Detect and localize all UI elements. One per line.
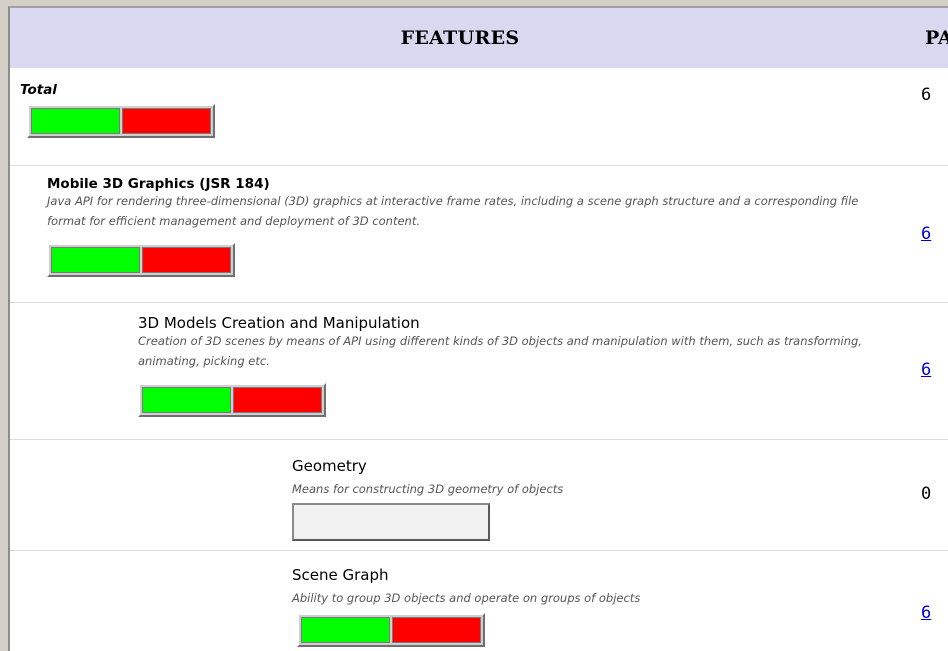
table-row-feature: 3D Models Creation and Manipulation Crea… [10, 302, 948, 440]
feature-count: 0 [921, 484, 932, 504]
fail-segment [233, 387, 322, 413]
feature-count: 6 [921, 85, 932, 105]
pass-segment [301, 617, 390, 643]
row-title: 3D Models Creation and Manipulation [138, 314, 420, 332]
pass-segment [142, 387, 231, 413]
row-title: Total [20, 82, 57, 98]
result-bar [297, 613, 485, 647]
row-description: Ability to group 3D objects and operate … [292, 591, 641, 605]
pa-column-header: PA [925, 27, 948, 49]
table-header: FEATURES PA [10, 8, 948, 68]
table-row-feature: Geometry Means for constructing 3D geome… [10, 439, 948, 551]
features-table: FEATURES PA Total 6 Mobile 3D Graphics (… [8, 6, 948, 651]
result-bar [138, 383, 326, 417]
row-title: Mobile 3D Graphics (JSR 184) [47, 176, 270, 192]
fail-segment [142, 247, 231, 273]
result-bar-empty [292, 503, 490, 541]
table-row-total: Total 6 [10, 68, 948, 166]
table-row-feature: Mobile 3D Graphics (JSR 184) Java API fo… [10, 165, 948, 303]
row-description: Means for constructing 3D geometry of ob… [292, 482, 564, 496]
row-title: Scene Graph [292, 566, 389, 584]
pass-segment [31, 108, 120, 134]
table-row-feature: Scene Graph Ability to group 3D objects … [10, 550, 948, 651]
result-bar [27, 104, 215, 138]
row-description: Creation of 3D scenes by means of API us… [138, 334, 862, 368]
row-description: Java API for rendering three-dimensional… [47, 194, 859, 228]
result-bar [47, 243, 235, 277]
row-title: Geometry [292, 457, 367, 475]
feature-count-link[interactable]: 6 [921, 224, 931, 244]
feature-count-link[interactable]: 6 [921, 603, 931, 623]
report-viewport: FEATURES PA Total 6 Mobile 3D Graphics (… [0, 0, 948, 651]
pass-segment [51, 247, 140, 273]
features-column-header: FEATURES [400, 27, 520, 49]
feature-count-link[interactable]: 6 [921, 360, 931, 380]
fail-segment [392, 617, 481, 643]
fail-segment [122, 108, 211, 134]
